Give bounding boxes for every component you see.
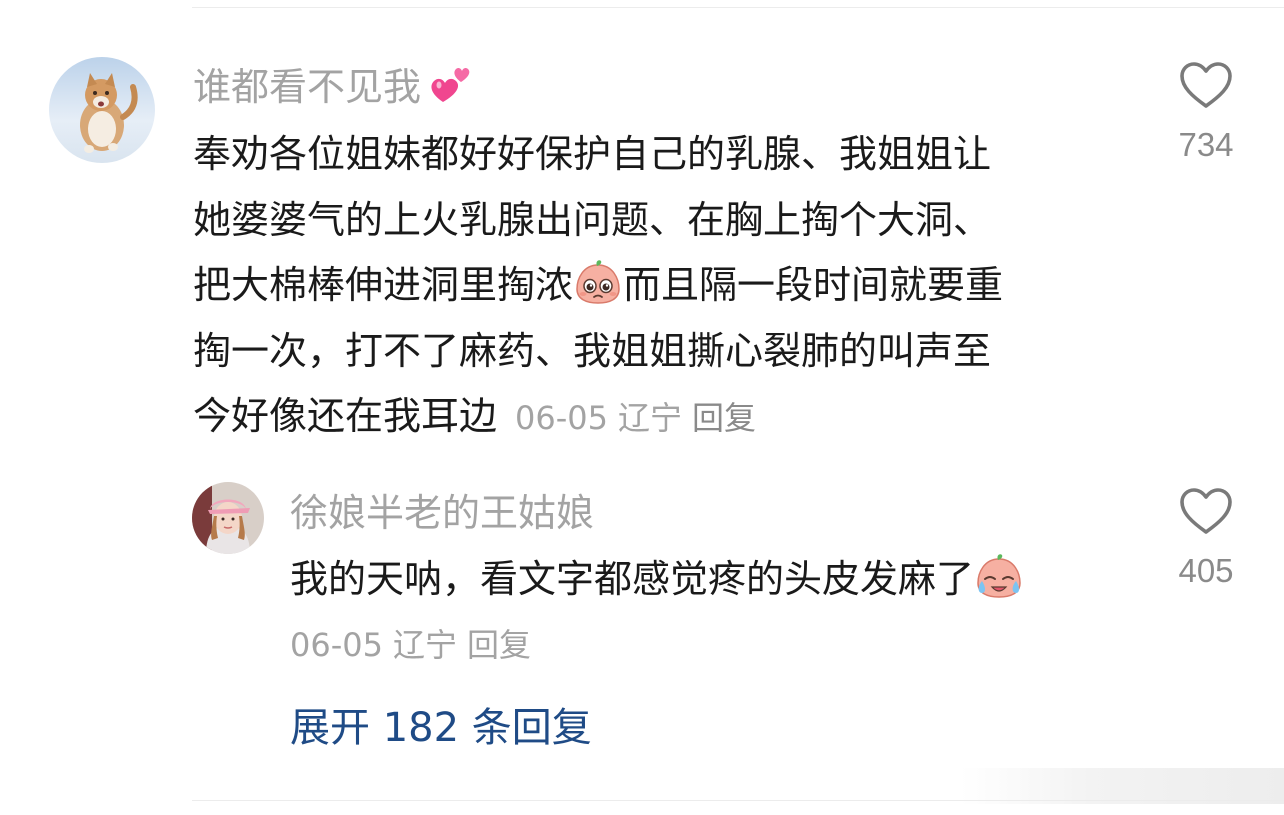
comment-location: 辽宁 (618, 399, 683, 437)
comment-like-count: 734 (1178, 126, 1234, 163)
reply-date: 06-05 (290, 626, 383, 664)
heart-outline-icon[interactable] (1178, 60, 1234, 110)
comment-reply-button[interactable]: 回复 (692, 399, 756, 437)
comment-meta: 06-05 辽宁 回复 (515, 399, 766, 437)
reply-reply-button[interactable]: 回复 (467, 626, 531, 664)
comment-line-3-end: 而且隔一段时间就要重 (623, 263, 1004, 307)
reply-like-count: 405 (1178, 552, 1234, 589)
two-hearts-icon (429, 64, 475, 110)
comment-like-button[interactable]: 734 (1151, 60, 1261, 164)
comment-line-2: 她婆婆气的上火乳腺出问题、在胸上掏个大洞、 (193, 197, 992, 242)
comment-line-3-start: 把大棉棒伸进洞里掏浓 (193, 263, 574, 307)
comment-line-4: 掏一次，打不了麻药、我姐姐撕心裂肺的叫声至 (193, 328, 992, 373)
pleading-face-icon (573, 257, 623, 307)
comment-username[interactable]: 谁都看不见我 (193, 62, 475, 112)
heart-outline-icon[interactable] (1178, 486, 1234, 536)
expand-replies-link[interactable]: 展开 182 条回复 (290, 701, 592, 755)
crying-face-icon (974, 551, 1024, 601)
reply-line-1: 我的天呐，看文字都感觉疼的头皮发麻了 (290, 548, 1150, 610)
divider-bottom (192, 800, 1284, 801)
reply-avatar[interactable] (192, 482, 264, 554)
watermark (960, 768, 1284, 804)
comment-line-5-text: 今好像还在我耳边 (193, 394, 498, 438)
comment-line-3: 把大棉棒伸进洞里掏浓 而且隔一段时间就要重 (193, 253, 1133, 319)
reply-body: 我的天呐，看文字都感觉疼的头皮发麻了 (290, 548, 1150, 610)
divider-top (192, 7, 1284, 8)
comment-thread: 谁都看不见我 奉劝各位姐妹都好好保护自己的乳腺、我姐姐让 她婆婆气的上火乳腺出问… (0, 0, 1284, 815)
reply-meta: 06-05 辽宁 回复 (290, 620, 541, 670)
reply-username[interactable]: 徐娘半老的王姑娘 (290, 488, 594, 538)
comment-line-1: 奉劝各位姐妹都好好保护自己的乳腺、我姐姐让 (193, 132, 992, 176)
comment-line-5: 今好像还在我耳边 06-05 辽宁 回复 (193, 384, 1133, 450)
reply-location: 辽宁 (392, 626, 457, 664)
comment-date: 06-05 (515, 399, 608, 437)
avatar[interactable] (49, 57, 155, 163)
reply-text: 我的天呐，看文字都感觉疼的头皮发麻了 (290, 557, 975, 601)
reply-like-button[interactable]: 405 (1151, 486, 1261, 590)
comment-body: 奉劝各位姐妹都好好保护自己的乳腺、我姐姐让 她婆婆气的上火乳腺出问题、在胸上掏个… (193, 122, 1133, 450)
